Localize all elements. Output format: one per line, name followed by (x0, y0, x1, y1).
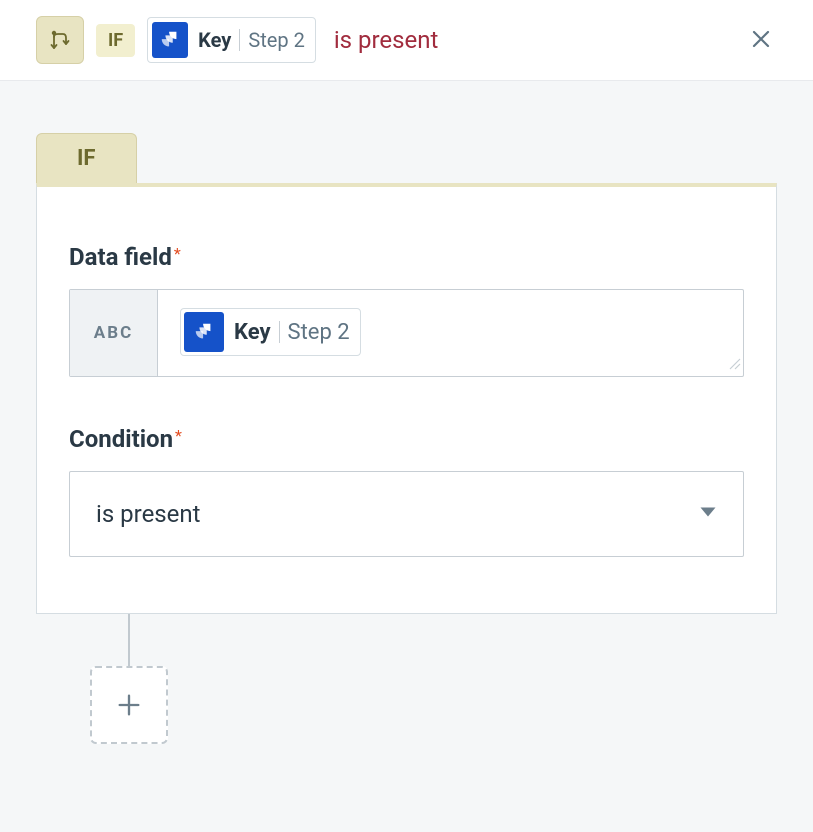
data-field-chip[interactable]: Key Step 2 (180, 308, 361, 356)
required-indicator: * (175, 426, 182, 445)
jira-icon (184, 312, 224, 352)
condition-header: IF Key Step 2 is present (0, 0, 813, 81)
required-indicator: * (174, 244, 181, 263)
add-step-button[interactable] (90, 666, 168, 744)
tab-row: IF (36, 133, 777, 183)
header-condition-text: is present (334, 26, 439, 54)
abc-prefix-icon: ABC (70, 290, 158, 376)
chip-container[interactable]: Key Step 2 (158, 290, 743, 376)
data-field-group: Data field* ABC Key (69, 243, 744, 377)
chip-key-label: Key (234, 320, 271, 345)
condition-panel: Data field* ABC Key (36, 183, 777, 614)
content-area: IF Data field* ABC (0, 133, 813, 744)
if-badge: IF (96, 24, 135, 57)
resize-handle-icon[interactable] (727, 355, 741, 374)
chip-key-label: Key (198, 28, 231, 52)
condition-label: Condition (69, 425, 173, 453)
chevron-down-icon (699, 503, 717, 525)
header-field-chip: Key Step 2 (147, 17, 316, 63)
data-field-input[interactable]: ABC Key Step 2 (69, 289, 744, 377)
condition-field-group: Condition* is present (69, 425, 744, 557)
condition-select-value: is present (96, 500, 201, 528)
close-button[interactable] (745, 23, 777, 58)
branch-icon (36, 16, 84, 64)
jira-icon (152, 22, 188, 58)
connector-line (128, 614, 130, 666)
chip-step-label: Step 2 (248, 28, 304, 52)
close-icon (749, 27, 773, 51)
chip-divider (279, 321, 280, 343)
condition-select[interactable]: is present (69, 471, 744, 557)
plus-icon (115, 691, 143, 719)
chip-step-label: Step 2 (288, 320, 350, 345)
tab-if[interactable]: IF (36, 133, 137, 183)
chip-divider (239, 29, 240, 51)
data-field-label: Data field (69, 243, 172, 271)
